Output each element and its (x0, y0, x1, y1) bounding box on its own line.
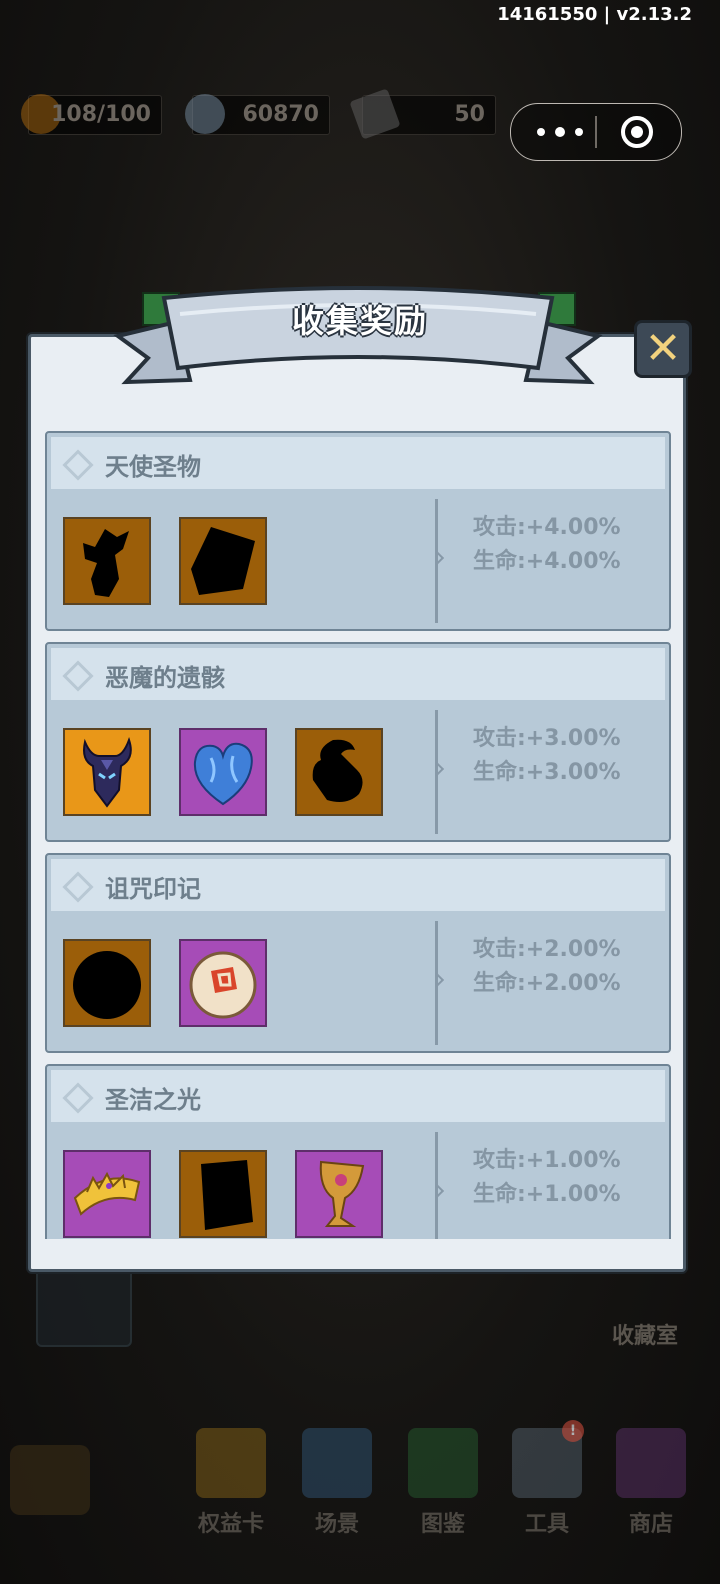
more-menu-button[interactable] (537, 118, 589, 146)
dialog-title: 收集奖励 (291, 302, 428, 340)
collection-reward-dialog: 天使圣物 攻击:+4.00% 生命:+4.00% 恶魔的遗骸 攻击:+3.00%… (28, 334, 686, 1272)
golden-crown-icon (73, 1171, 141, 1216)
nav-label: 权益卡 (197, 1512, 264, 1537)
health-bonus: 生命:+1.00% (473, 1182, 621, 1207)
miniprogram-capsule (510, 103, 682, 161)
shop-crystal-icon (616, 1428, 686, 1498)
resource-coins: 60870 (185, 94, 330, 135)
section-title: 诅咒印记 (105, 875, 201, 903)
item-slot[interactable] (179, 1150, 267, 1238)
build-version: 14161550 | v2.13.2 (497, 4, 692, 25)
item-slot[interactable] (179, 517, 267, 605)
notification-badge: ! (562, 1420, 584, 1442)
item-slot[interactable] (179, 728, 267, 816)
arrow-icon (429, 761, 445, 777)
close-button[interactable]: ✕ (634, 320, 692, 378)
arrow-icon (429, 550, 445, 566)
reward-section: 恶魔的遗骸 攻击:+3.00% 生命:+3.00% (45, 642, 671, 842)
diamond-icon (62, 660, 94, 692)
nav-label: 场景 (314, 1512, 359, 1537)
back-arrow-icon[interactable] (10, 1445, 90, 1515)
item-slot[interactable] (295, 728, 383, 816)
close-miniprogram-button[interactable] (621, 116, 653, 148)
section-header: 诅咒印记 (51, 859, 665, 911)
resource-ingots-value: 50 (454, 102, 485, 127)
item-slot[interactable] (63, 939, 151, 1027)
attack-bonus: 攻击:+1.00% (473, 1148, 621, 1173)
nav-shop[interactable]: 商店 (596, 1420, 706, 1540)
item-slot[interactable] (179, 939, 267, 1027)
section-header: 恶魔的遗骸 (51, 648, 665, 700)
reward-section: 天使圣物 攻击:+4.00% 生命:+4.00% (45, 431, 671, 631)
section-title: 恶魔的遗骸 (105, 664, 225, 692)
claw-silhouette-icon (312, 739, 363, 802)
resource-food-value: 108/100 (51, 102, 151, 127)
scene-house-icon (302, 1428, 372, 1498)
attack-bonus: 攻击:+3.00% (473, 726, 621, 751)
diamond-icon (62, 871, 94, 903)
reward-section: 诅咒印记 攻击:+2.00% 生命:+2.00% (45, 853, 671, 1053)
nav-privilege-card[interactable]: 权益卡 (176, 1420, 286, 1540)
section-header: 圣洁之光 (51, 1070, 665, 1122)
cursed-seal-icon (189, 951, 257, 1019)
capsule-divider (595, 116, 597, 148)
item-slot[interactable] (63, 728, 151, 816)
close-icon: ✕ (644, 323, 682, 374)
attack-bonus: 攻击:+4.00% (473, 515, 621, 540)
reward-list[interactable]: 天使圣物 攻击:+4.00% 生命:+4.00% 恶魔的遗骸 攻击:+3.00%… (43, 431, 673, 1239)
nav-scene[interactable]: 场景 (282, 1420, 392, 1540)
orb-silhouette-icon (73, 951, 141, 1019)
nav-label: 图鉴 (420, 1512, 465, 1537)
item-slot[interactable] (295, 1150, 383, 1238)
health-bonus: 生命:+4.00% (473, 549, 621, 574)
diamond-icon (62, 1082, 94, 1114)
health-bonus: 生命:+3.00% (473, 760, 621, 785)
nav-label: 商店 (628, 1512, 673, 1537)
holy-chalice-icon (319, 1160, 365, 1227)
section-title: 天使圣物 (105, 453, 201, 481)
item-slot[interactable] (63, 1150, 151, 1238)
resource-ingots: 50 (349, 88, 496, 140)
collection-room-label: 收藏室 (611, 1324, 678, 1349)
resource-food: 108/100 (21, 94, 162, 135)
nav-codex[interactable]: 图鉴 (388, 1420, 498, 1540)
background-card (36, 1265, 132, 1347)
section-title: 圣洁之光 (105, 1086, 201, 1114)
reward-section: 圣洁之光 攻击:+1.00% 生命:+1.00% (45, 1064, 671, 1239)
ingot-icon (349, 88, 401, 140)
arrow-icon (429, 972, 445, 988)
privilege-card-icon (196, 1428, 266, 1498)
nav-tools[interactable]: 工具 (492, 1420, 602, 1540)
attack-bonus: 攻击:+2.00% (473, 937, 621, 962)
angel-statue-silhouette-icon (83, 529, 129, 597)
health-bonus: 生命:+2.00% (473, 971, 621, 996)
resource-coins-value: 60870 (242, 102, 319, 127)
codex-book-icon (408, 1428, 478, 1498)
section-header: 天使圣物 (51, 437, 665, 489)
demon-helmet-icon (83, 737, 132, 808)
arrow-icon (429, 1183, 445, 1199)
coin-icon (185, 94, 225, 134)
diamond-icon (62, 449, 94, 481)
more-dots-icon (537, 128, 545, 136)
tome-silhouette-icon (191, 527, 255, 595)
blue-heart-icon (193, 742, 253, 806)
nav-label: 工具 (524, 1512, 569, 1537)
item-slot[interactable] (63, 517, 151, 605)
book-silhouette-icon (201, 1160, 253, 1230)
collection-room-button[interactable]: 收藏室 (590, 1270, 700, 1360)
